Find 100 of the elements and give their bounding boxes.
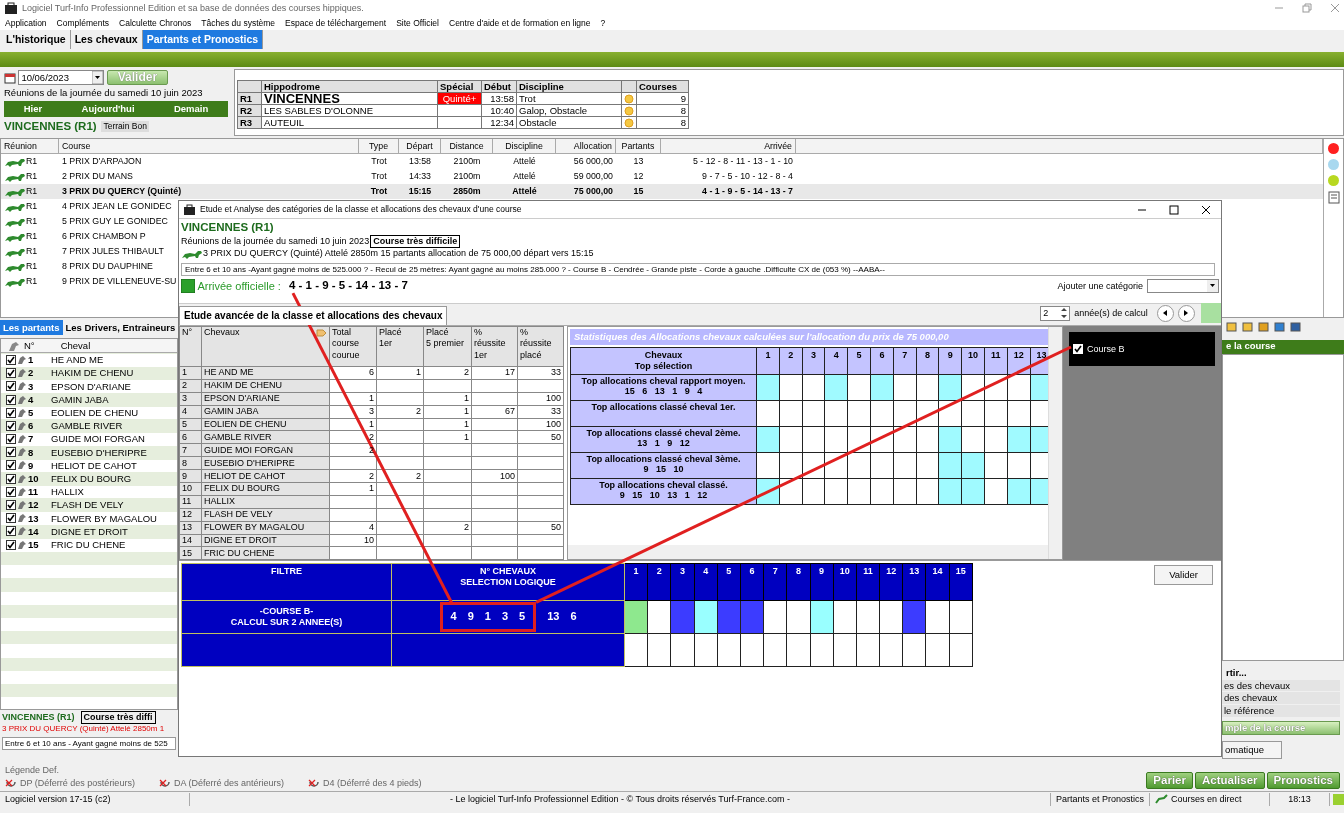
close-icon[interactable] [1201,204,1211,215]
panel-item[interactable]: le référence [1222,705,1340,718]
checkbox[interactable] [6,354,16,365]
horse-head-icon [17,368,27,379]
day-link[interactable]: Demain [167,103,215,115]
menu-item[interactable]: Tâches du système [201,17,276,29]
column-header[interactable]: Arrivée [661,139,796,154]
column-header[interactable]: Départ [399,139,441,154]
status-dot[interactable] [1328,175,1339,186]
column-header: 7 [771,566,779,577]
table-cell: Trot [370,186,388,197]
column-header: Courses [636,80,689,93]
column-header: N° [24,340,35,352]
column-header: 6 [878,350,886,361]
status-dot[interactable] [1328,159,1339,170]
checkbox[interactable] [6,420,16,431]
race-row[interactable]: R1 3 PRIX DU QUERCY (Quinté) Trot 15:15 2850m Attelé 75 000,00 15 4 - 1 - 9 - 5 - 14 - 13 - 7 [1,184,1323,199]
column-header[interactable]: Allocation [556,139,616,154]
spinner-arrows-icon[interactable] [1059,307,1070,319]
horse-picks: 9 15 10 [642,464,685,476]
document-icon[interactable] [1327,191,1340,204]
runner-number: 2 [28,367,35,379]
table-cell: 2 [416,470,421,481]
table-cell: 1 [369,393,374,404]
meeting-row[interactable]: R3 AUTEUIL 12:34 Obstacle 8 [237,116,689,129]
menu-item[interactable]: Compléments [56,17,110,29]
checkbox[interactable] [6,460,16,471]
checkbox[interactable] [1073,344,1083,354]
checkbox[interactable] [6,500,16,511]
column-header: Hippodrome [261,80,438,93]
checkbox[interactable] [6,526,16,537]
column-header: 10 [967,350,980,361]
horse-head-icon [17,473,27,484]
column-header[interactable]: Distance [441,139,493,154]
checkbox[interactable] [6,381,16,392]
date-field[interactable]: 10/06/2023 [18,70,105,85]
previous-button[interactable] [1156,304,1174,322]
checkbox[interactable] [6,539,16,550]
toolbar-icon[interactable] [1274,320,1285,333]
tab[interactable]: Etude avancée de la classe et allocations des chevaux [179,306,448,325]
next-button[interactable] [1177,304,1195,322]
menu-item[interactable]: Espace de téléchargement [285,17,387,29]
table-cell: 6 [182,431,187,442]
menu-item[interactable]: Application [5,17,47,29]
column-header[interactable]: Chevaux [204,327,240,339]
toolbar-icon[interactable] [1258,320,1269,333]
checkbox[interactable] [6,407,16,418]
column-header[interactable]: Course [59,139,359,154]
toolbar-icon[interactable] [1226,320,1237,333]
panel-item[interactable]: es des chevaux [1222,679,1340,692]
previous-icon [1161,309,1170,317]
column-header: 8 [923,350,931,361]
column-header[interactable]: Réunion [1,139,59,154]
table-cell: FLOWER BY MAGALOU [204,522,305,533]
column-header[interactable]: Type [359,139,399,154]
column-header[interactable]: Partants [616,139,661,154]
toolbar-icon[interactable] [1290,320,1301,333]
horse-number: 3 [501,610,508,624]
tab[interactable]: Partants et Pronostics [142,30,264,49]
table-cell: R1 [26,216,38,227]
tab[interactable]: Les partants [0,320,63,336]
dropdown-icon[interactable] [92,71,104,84]
meeting-row[interactable]: R2 LES SABLES D'OLONNE 10:40 Galop, Obstacle 8 [237,104,689,117]
race-row[interactable]: R1 2 PRIX DU MANS Trot 14:33 2100m Attelé 59 000,00 12 9 - 7 - 5 - 10 - 12 - 8 - 4 [1,169,1323,184]
toolbar-icon[interactable] [1242,320,1253,333]
horse-head-icon [17,460,27,471]
dropdown-icon[interactable] [1207,280,1218,293]
menu-item[interactable]: Centre d'aide et de formation en ligne [449,17,591,29]
menu-item[interactable]: Calculette Chronos [119,17,192,29]
table-cell: 2 PRIX DU MANS [62,171,133,182]
menu-item[interactable]: ? [600,17,606,29]
race-row[interactable]: R1 1 PRIX D'ARPAJON Trot 13:58 2100m Attelé 56 000,00 13 5 - 12 - 8 - 11 - 13 - 1 - 10 [1,154,1323,169]
status-dot[interactable] [1328,143,1339,154]
years-spinner[interactable]: 2 [1040,305,1071,321]
checkbox[interactable] [6,434,16,445]
maximize-icon[interactable] [1169,204,1179,215]
table-cell: VINCENNES [261,92,438,105]
column-header: Spécial [437,80,482,93]
meeting-row[interactable]: R1 VINCENNES Quinté+ 13:58 Trot 9 [237,92,689,105]
checkbox[interactable] [6,486,16,497]
day-link[interactable]: Aujourd'hui [75,103,141,115]
panel-item[interactable]: des chevaux [1222,692,1340,705]
day-link[interactable]: Hier [17,103,49,115]
runner-name: HALLIX [51,486,84,498]
checkbox[interactable] [6,447,16,458]
table-cell: 2850m [453,186,481,197]
clock-text: 18:13 [1270,792,1330,806]
scrollbar[interactable] [568,545,1048,559]
auto-button[interactable]: omatique [1222,741,1282,759]
meeting-name: VINCENNES (R1) [4,119,97,134]
column-header[interactable]: Discipline [493,139,556,154]
checkbox[interactable] [6,394,16,405]
checkbox[interactable] [6,368,16,379]
validate-button[interactable]: Valider [1154,565,1213,585]
checkbox[interactable] [6,473,16,484]
calendar-icon[interactable] [4,71,16,84]
menu-item[interactable]: Site Officiel [396,17,439,29]
runner-name: HAKIM DE CHENU [51,367,134,379]
scrollbar[interactable] [1048,327,1062,559]
checkbox[interactable] [6,513,16,524]
